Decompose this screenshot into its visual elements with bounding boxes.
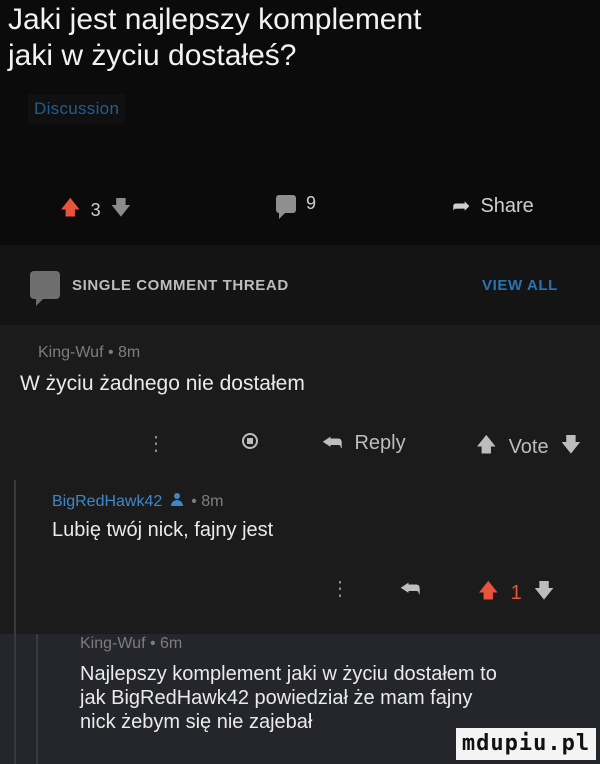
share-label: Share (480, 194, 534, 217)
comment-score: 1 (510, 581, 522, 604)
post-title[interactable]: Jaki jest najlepszy komplement jaki w ży… (8, 2, 548, 74)
downvote-arrow-icon[interactable]: 🡇 (561, 430, 582, 464)
comment-age: 6m (160, 635, 183, 652)
award-button[interactable] (242, 433, 258, 449)
reply-button[interactable]: ⮪ (400, 576, 420, 602)
post-share-button[interactable]: ➦ Share (452, 193, 534, 219)
more-dots-icon[interactable]: ⋮ (146, 431, 166, 456)
reply-arrow-icon: ⮪ (400, 576, 421, 601)
post-card: Jaki jest najlepszy komplement jaki w ży… (0, 0, 600, 245)
upvote-arrow-icon[interactable]: 🡅 (478, 576, 499, 610)
comment-author[interactable]: King-Wuf (80, 635, 146, 652)
comment-body-line2: jak BigRedHawk42 powiedział że mam fajny (80, 687, 473, 709)
downvote-arrow-icon[interactable]: 🡇 (111, 193, 132, 227)
post-vote-group: 🡅 3 🡇 (60, 193, 131, 227)
reply-label: Reply (354, 431, 406, 454)
reply-arrow-icon: ⮪ (322, 430, 343, 455)
comment-vote-group: 🡅 1 🡇 (478, 576, 554, 610)
post-score: 3 (90, 199, 101, 220)
post-actions-bar: 🡅 3 🡇 9 ➦ Share (0, 193, 600, 220)
post-comment-count: 9 (306, 193, 317, 213)
reply-button[interactable]: ⮪ Reply (322, 430, 406, 456)
post-title-line2: jaki w życiu dostałeś? (8, 39, 297, 72)
more-dots-icon[interactable]: ⋮ (330, 576, 350, 601)
comment-body: Najlepszy komplement jaki w życiu dostał… (80, 662, 600, 734)
post-comments-button[interactable]: 9 (276, 193, 317, 219)
comment-meta: King-Wuf • 8m (38, 344, 141, 361)
comment-body: W życiu żadnego nie dostałem (20, 372, 305, 395)
comment-age: 8m (118, 344, 141, 361)
thread-line[interactable] (36, 634, 38, 764)
thread-line[interactable] (14, 480, 16, 764)
vote-label: Vote (508, 435, 549, 458)
comment-author[interactable]: BigRedHawk42 (52, 493, 162, 510)
comment-meta: King-Wuf • 6m (80, 635, 183, 652)
comment-body-line1: Najlepszy komplement jaki w życiu dostał… (80, 663, 497, 685)
op-person-icon (170, 493, 183, 506)
upvote-arrow-icon[interactable]: 🡅 (476, 430, 497, 464)
single-thread-label: SINGLE COMMENT THREAD (72, 277, 289, 294)
post-title-line1: Jaki jest najlepszy komplement (8, 3, 422, 36)
view-all-link[interactable]: VIEW ALL (482, 277, 558, 294)
comment-body: Lubię twój nick, fajny jest (52, 519, 274, 541)
comment-vote-group: 🡅 Vote 🡇 (476, 430, 581, 464)
comment-bubble-icon (276, 194, 296, 219)
site-watermark: mdupiu.pl (456, 728, 596, 760)
award-icon (242, 433, 258, 449)
upvote-arrow-icon[interactable]: 🡅 (60, 193, 81, 227)
share-arrow-icon: ➦ (452, 193, 471, 218)
comment-bubble-icon (30, 271, 60, 306)
comment-meta: BigRedHawk42 • 8m (52, 493, 224, 510)
comment-author[interactable]: King-Wuf (38, 344, 104, 361)
comment-age: 8m (201, 493, 224, 510)
post-flair[interactable]: Discussion (28, 94, 126, 124)
downvote-arrow-icon[interactable]: 🡇 (534, 576, 555, 610)
